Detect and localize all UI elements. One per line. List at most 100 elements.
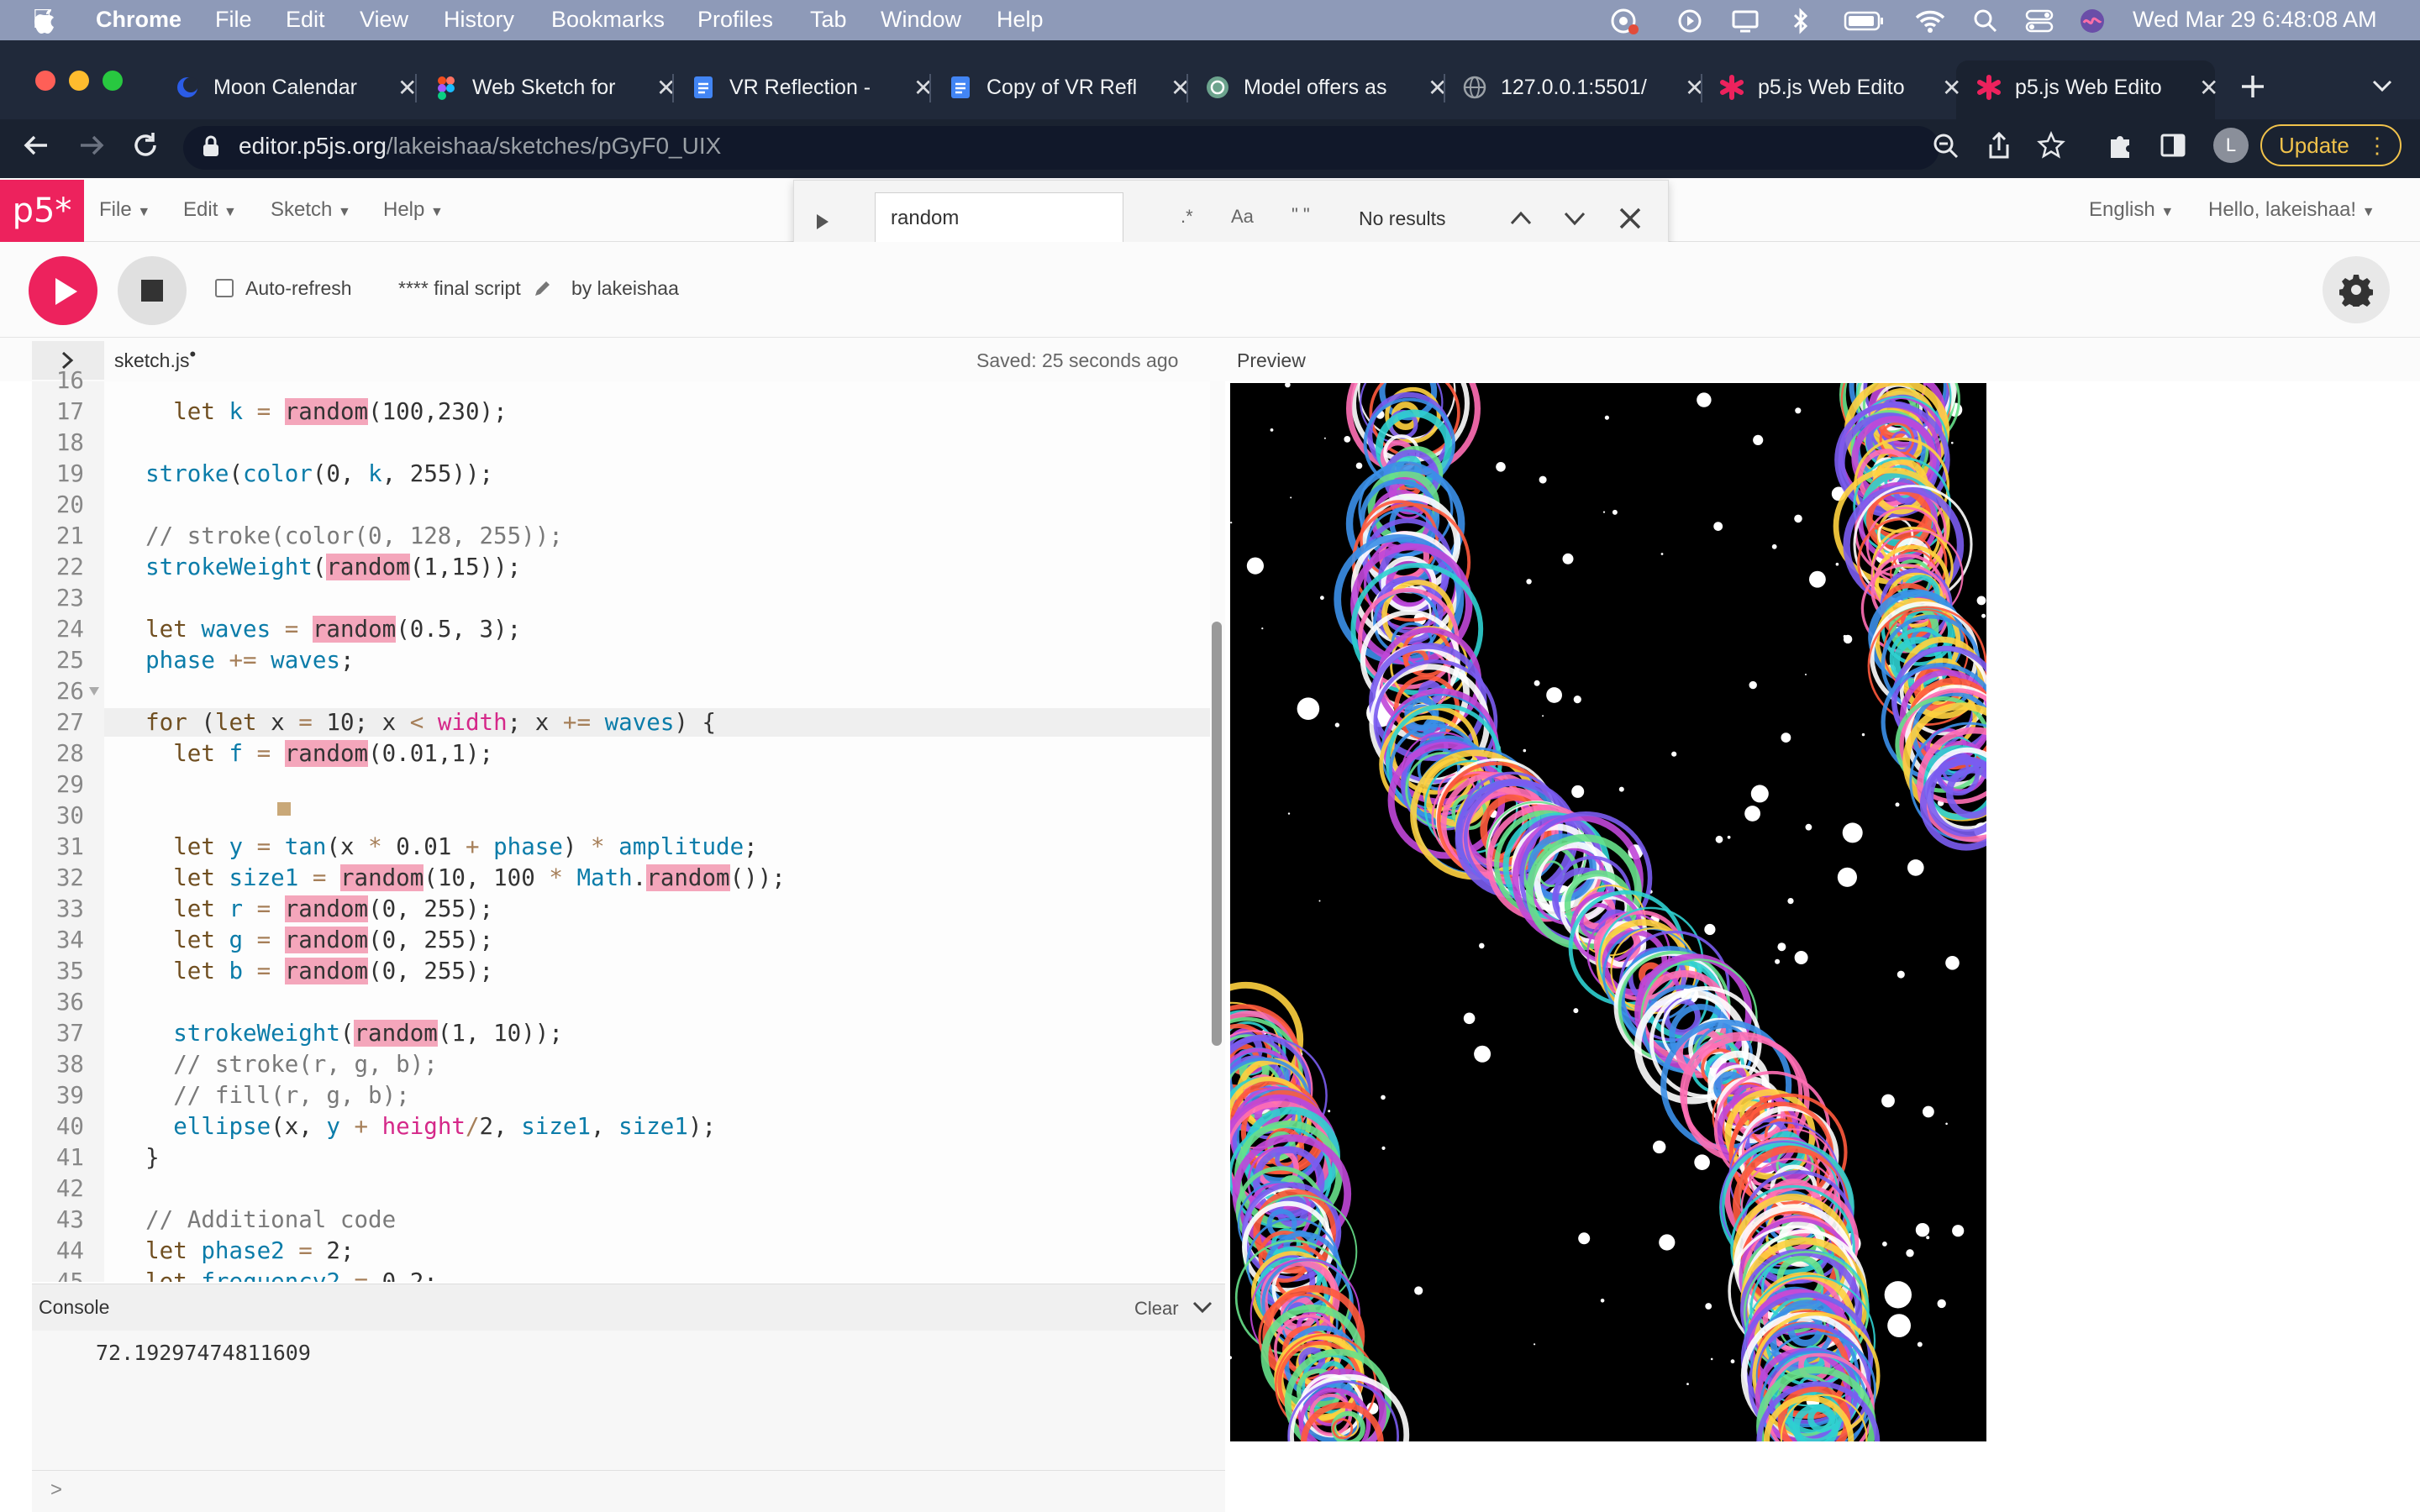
find-close-icon[interactable] [1618,206,1643,231]
code-line[interactable]: 20 [32,491,1208,519]
code-line[interactable]: 28 let f = random(0.01,1); [32,739,1208,768]
tab-moon-calendar[interactable]: Moon Calendar ✕ [175,71,417,104]
code-lines[interactable]: 16 17 let k = random(100,230); 18 19 stro… [32,366,1208,1282]
code-line[interactable]: 39 // fill(r, g, b); [32,1081,1208,1110]
battery-icon[interactable] [1844,10,1886,32]
find-next-chevron-down-icon[interactable] [1562,209,1587,228]
tab-localhost[interactable]: 127.0.0.1:5501/ ✕ [1462,71,1704,104]
p5-logo[interactable]: p5* [0,180,84,242]
auto-refresh-checkbox[interactable] [215,279,234,297]
new-tab-plus-icon[interactable] [2238,72,2267,101]
play-button[interactable] [29,256,97,325]
menu-window[interactable]: Window [881,7,961,33]
menu-edit[interactable]: Edit [286,7,325,33]
settings-button[interactable] [2323,256,2390,323]
wifi-icon[interactable] [1914,8,1946,34]
sketch-preview-canvas[interactable] [1230,383,1986,1441]
find-previous-chevron-up-icon[interactable] [1508,209,1534,228]
code-line[interactable]: 33 let r = random(0, 255); [32,895,1208,923]
code-line[interactable]: 25 phase += waves; [32,646,1208,675]
find-expand-triangle-icon[interactable] [814,213,831,231]
play-media-icon[interactable] [1677,8,1702,34]
menu-clock[interactable]: Wed Mar 29 6:48:08 AM [2133,7,2377,33]
code-line[interactable]: 45 let frequency2 = 0.2; [32,1268,1208,1282]
tab-close-icon[interactable]: ✕ [2199,74,2218,102]
window-close-button[interactable] [35,71,55,91]
code-line[interactable]: 17 let k = random(100,230); [32,397,1208,426]
code-line[interactable]: 19 stroke(color(0, k, 255)); [32,459,1208,488]
code-line[interactable]: 38 // stroke(r, g, b); [32,1050,1208,1079]
app-name[interactable]: Chrome [96,7,182,33]
tab-close-icon[interactable]: ✕ [1942,74,1961,102]
code-line[interactable]: 36 [32,988,1208,1016]
find-input[interactable]: random [875,192,1123,244]
p5-menu-file[interactable]: File ▼ [99,198,150,222]
p5-menu-sketch[interactable]: Sketch ▼ [271,198,351,222]
case-sensitive-toggle[interactable]: Aa [1231,206,1254,228]
code-line[interactable]: 32 let size1 = random(10, 100 * Math.ran… [32,864,1208,892]
tab-copy-vr-reflection[interactable]: Copy of VR Refl ✕ [948,71,1190,104]
side-panel-icon[interactable] [2160,133,2186,158]
code-line[interactable]: 21 // stroke(color(0, 128, 255)); [32,522,1208,550]
console-clear-button[interactable]: Clear [1134,1298,1179,1320]
back-arrow-icon[interactable] [22,133,50,158]
menu-tab[interactable]: Tab [810,7,847,33]
code-line[interactable]: 24 let waves = random(0.5, 3); [32,615,1208,643]
code-line[interactable]: 26 [32,677,1208,706]
code-line[interactable]: 22 strokeWeight(random(1,15)); [32,553,1208,581]
sketch-author[interactable]: by lakeishaa [571,277,679,300]
stop-button[interactable] [118,256,187,325]
code-line[interactable]: 23 [32,584,1208,612]
language-selector[interactable]: English ▼ [2089,198,2174,222]
regex-toggle[interactable]: .* [1181,206,1193,228]
url-text[interactable]: editor.p5js.org/lakeishaa/sketches/pGyF0… [239,133,721,160]
console-collapse-chevron-icon[interactable] [1192,1299,1213,1315]
forward-arrow-icon[interactable] [77,133,106,158]
tab-p5-editor-active[interactable]: p5.js Web Edito ✕ [1976,71,2218,104]
spotlight-search-icon[interactable] [1973,8,1998,34]
code-line[interactable]: 43 // Additional code [32,1205,1208,1234]
share-icon[interactable] [1986,131,2012,160]
code-line[interactable]: 30 [32,801,1208,830]
window-minimize-button[interactable] [69,71,89,91]
menu-bookmarks[interactable]: Bookmarks [551,7,665,33]
bluetooth-icon[interactable] [1791,7,1810,35]
window-zoom-button[interactable] [103,71,123,91]
tab-model-offers[interactable]: Model offers as ✕ [1205,71,1447,104]
user-menu[interactable]: Hello, lakeishaa! ▼ [2208,198,2375,222]
code-line[interactable]: 31 let y = tan(x * 0.01 + phase) * ampli… [32,832,1208,861]
editor-scrollbar-thumb[interactable] [1212,622,1222,1046]
code-line[interactable]: 29 [32,770,1208,799]
tab-vr-reflection[interactable]: VR Reflection - ✕ [691,71,933,104]
whole-word-toggle[interactable]: " " [1292,204,1310,226]
code-line[interactable]: 37 strokeWeight(random(1, 10)); [32,1019,1208,1047]
reload-icon[interactable] [131,131,160,160]
code-line[interactable]: 16 [32,366,1208,395]
zoom-icon[interactable] [1933,133,1960,160]
tab-p5-editor[interactable]: p5.js Web Edito ✕ [1719,71,1961,104]
control-center-icon[interactable] [2025,8,2054,34]
code-line[interactable]: 40 ellipse(x, y + height/2, size1, size1… [32,1112,1208,1141]
menu-help[interactable]: Help [997,7,1044,33]
tab-web-sketch[interactable]: Web Sketch for ✕ [434,71,676,104]
display-icon[interactable] [1731,8,1760,34]
code-line[interactable]: 34 let g = random(0, 255); [32,926,1208,954]
sketch-name[interactable]: **** final script [398,277,521,300]
lock-icon[interactable] [202,134,220,158]
p5-menu-help[interactable]: Help ▼ [383,198,444,222]
update-button[interactable]: Update ⋮ [2260,124,2402,166]
tab-search-chevron-icon[interactable] [2371,77,2393,94]
tab-close-icon[interactable]: ✕ [397,74,417,102]
profile-avatar[interactable]: L [2213,128,2249,163]
p5-menu-edit[interactable]: Edit ▼ [183,198,237,222]
code-line[interactable]: 27 for (let x = 10; x < width; x += wave… [32,708,1208,737]
console-prompt[interactable]: > [50,1478,62,1502]
code-line[interactable]: 44 let phase2 = 2; [32,1236,1208,1265]
menu-profiles[interactable]: Profiles [697,7,773,33]
fold-arrow-icon[interactable] [87,685,101,697]
apple-logo-icon[interactable] [32,7,57,35]
extensions-puzzle-icon[interactable] [2106,131,2134,160]
code-line[interactable]: 41 } [32,1143,1208,1172]
screen-share-icon[interactable] [1608,7,1642,35]
menu-view[interactable]: View [360,7,408,33]
